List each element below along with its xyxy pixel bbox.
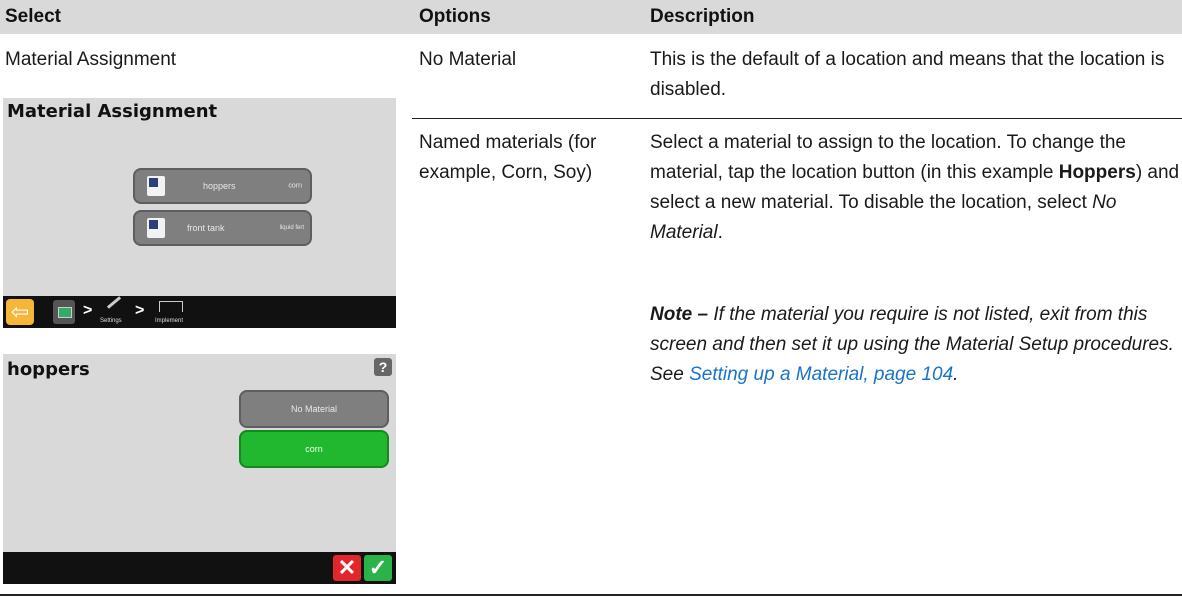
material-icon (147, 218, 165, 238)
confirm-check-icon[interactable]: ✓ (364, 555, 392, 581)
select-material-assignment: Material Assignment (5, 49, 177, 70)
cancel-icon[interactable]: ✕ (333, 555, 361, 581)
note-paragraph: Note – If the material you require is no… (650, 304, 1174, 385)
front-tank-button[interactable]: front tank liquid fert (133, 210, 312, 246)
corn-option[interactable]: corn (239, 430, 389, 468)
setting-up-material-link[interactable]: Setting up a Material, page 104 (689, 364, 953, 385)
no-material-option[interactable]: No Material (239, 390, 389, 428)
screen-title: Material Assignment (7, 101, 218, 122)
back-arrow-icon[interactable]: ⇦ (6, 299, 34, 325)
header-select: Select (5, 6, 61, 27)
row-divider (412, 118, 1182, 119)
table-bottom-border (0, 594, 1182, 596)
chevron-right-icon: > (83, 302, 93, 319)
home-icon[interactable] (53, 300, 75, 324)
description-no-material: This is the default of a location and me… (650, 49, 1165, 100)
header-options: Options (419, 6, 491, 27)
settings-icon[interactable]: Settings (98, 296, 130, 324)
screen-title: hoppers (7, 359, 90, 380)
table-header: Select Options Description (0, 0, 1182, 34)
hoppers-button[interactable]: hoppers corn (133, 168, 312, 204)
action-bar: ✕ ✓ (3, 552, 396, 584)
implement-icon[interactable]: Implement (153, 300, 189, 324)
hoppers-screenshot: hoppers ? No Material corn ✕ ✓ (3, 354, 396, 584)
help-icon[interactable]: ? (374, 358, 392, 376)
option-no-material: No Material (419, 49, 517, 70)
header-description: Description (650, 6, 755, 27)
material-icon (147, 176, 165, 196)
nav-bar: ⇦ > Settings > Implement (3, 296, 396, 328)
material-assignment-screenshot: Material Assignment hoppers corn front t… (3, 98, 396, 328)
chevron-right-icon: > (135, 302, 145, 319)
option-named-materials: Named materials (for example, Corn, Soy) (419, 132, 597, 183)
description-named-materials: Select a material to assign to the locat… (650, 132, 1180, 243)
